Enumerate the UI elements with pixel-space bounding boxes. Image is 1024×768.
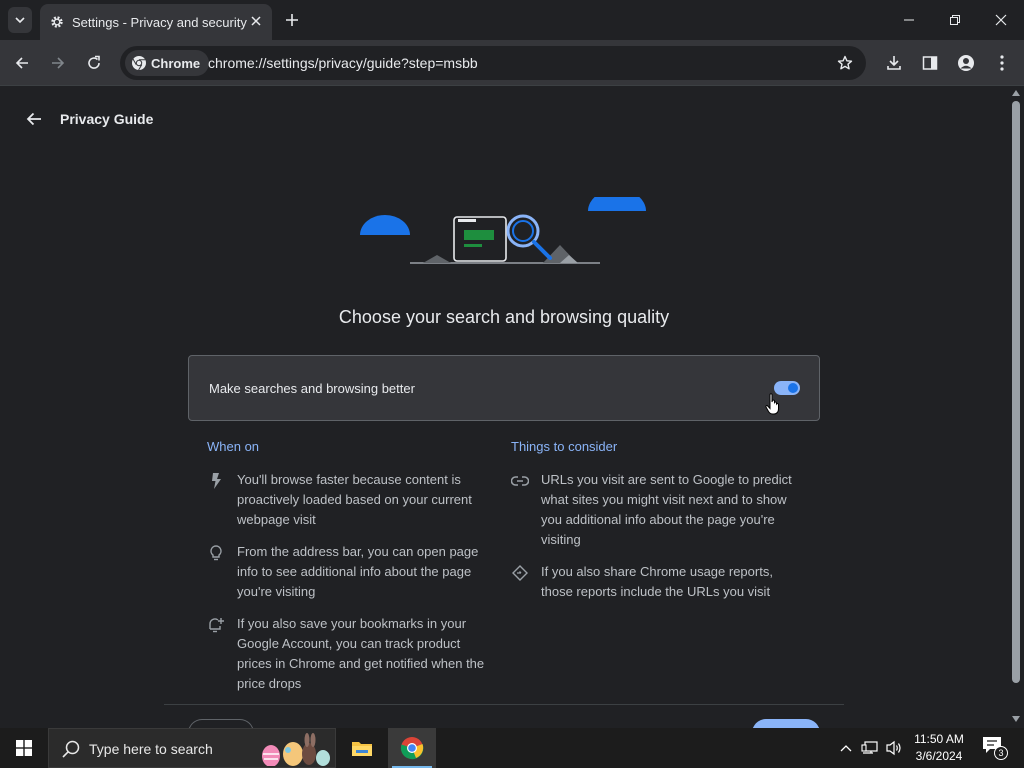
volume-button[interactable] xyxy=(884,738,904,758)
arrow-left-icon xyxy=(15,57,28,69)
clock-date: 3/6/2024 xyxy=(915,749,963,763)
back-button[interactable] xyxy=(10,51,34,75)
taskbar-search[interactable]: Type here to search xyxy=(48,728,336,768)
page-scrollbar[interactable] xyxy=(1008,87,1024,728)
chip-label: Chrome xyxy=(151,55,201,71)
scroll-thumb[interactable] xyxy=(1012,101,1020,683)
minimize-icon xyxy=(904,19,914,21)
diamond-icon xyxy=(511,564,529,582)
footer-divider xyxy=(164,704,844,705)
list-item: You'll browse faster because content is … xyxy=(207,470,497,530)
side-panel-button[interactable] xyxy=(918,51,942,75)
list-item-text: From the address bar, you can open page … xyxy=(237,544,479,599)
plus-icon xyxy=(286,14,298,26)
chrome-icon xyxy=(132,56,146,71)
new-tab-button[interactable] xyxy=(282,10,302,30)
gear-icon xyxy=(51,16,63,28)
download-icon xyxy=(887,56,901,70)
show-hidden-icons-button[interactable] xyxy=(836,738,856,758)
file-explorer-button[interactable] xyxy=(338,728,386,768)
things-to-consider-heading: Things to consider xyxy=(511,439,618,454)
msbb-toggle-label: Make searches and browsing better xyxy=(209,381,415,396)
section-heading: Choose your search and browsing quality xyxy=(338,307,670,327)
chrome-icon xyxy=(400,737,424,760)
notification-count-badge: 3 xyxy=(994,746,1008,760)
msbb-toggle-card[interactable]: Make searches and browsing better xyxy=(188,355,820,421)
search-browsing-illustration xyxy=(360,197,646,264)
back-step-button[interactable] xyxy=(188,719,254,728)
menu-button[interactable] xyxy=(990,51,1014,75)
minimize-button[interactable] xyxy=(897,8,921,32)
star-icon xyxy=(837,55,853,70)
volume-icon xyxy=(886,740,901,756)
taskbar-search-placeholder: Type here to search xyxy=(89,741,213,757)
more-vert-icon xyxy=(1000,55,1004,71)
scroll-down-arrow-icon[interactable] xyxy=(1012,716,1020,722)
browser-toolbar: Chrome chrome://settings/privacy/guide?s… xyxy=(0,40,1024,86)
close-icon xyxy=(995,14,1007,26)
tab-close-button[interactable] xyxy=(248,13,264,29)
windows-taskbar: Type here to search 11:50 AM 3/6/2024 3 xyxy=(0,728,1024,768)
url-text[interactable]: chrome://settings/privacy/guide?step=msb… xyxy=(208,55,478,71)
list-item-text: If you also save your bookmarks in your … xyxy=(237,616,485,691)
list-item: From the address bar, you can open page … xyxy=(207,542,497,602)
list-item: URLs you visit are sent to Google to pre… xyxy=(511,470,801,550)
network-button[interactable] xyxy=(860,738,880,758)
reload-button[interactable] xyxy=(82,51,106,75)
restore-button[interactable] xyxy=(943,8,967,32)
tab-search-button[interactable] xyxy=(8,7,32,33)
back-to-privacy-button[interactable] xyxy=(24,109,44,129)
chevron-down-icon xyxy=(15,17,25,24)
page-title: Privacy Guide xyxy=(60,111,154,127)
profile-icon xyxy=(958,55,974,71)
folder-icon xyxy=(352,742,372,756)
downloads-button[interactable] xyxy=(882,51,906,75)
toggle-knob xyxy=(788,383,798,393)
next-step-button[interactable] xyxy=(752,719,820,728)
things-to-consider-column: Things to consider URLs you visit are se… xyxy=(511,439,801,614)
forward-button[interactable] xyxy=(46,51,70,75)
price-alert-icon xyxy=(207,616,225,634)
privacy-guide-page: Privacy Guide Choose your search and bro… xyxy=(0,87,1008,728)
close-icon xyxy=(251,16,261,26)
arrow-left-icon xyxy=(26,112,41,126)
site-info-chip[interactable]: Chrome xyxy=(125,50,210,76)
hand-cursor-icon xyxy=(765,393,779,415)
bookmark-button[interactable] xyxy=(836,54,854,72)
list-item-text: You'll browse faster because content is … xyxy=(237,472,472,527)
scroll-up-arrow-icon[interactable] xyxy=(1012,90,1020,96)
list-item: If you also share Chrome usage reports, … xyxy=(511,562,801,602)
easter-eggs-icon xyxy=(262,733,330,766)
notification-center-button[interactable]: 3 xyxy=(982,736,1008,760)
network-icon xyxy=(861,741,878,754)
chrome-taskbar-button[interactable] xyxy=(388,728,436,768)
windows-logo-icon xyxy=(16,740,32,756)
when-on-column: When on You'll browse faster because con… xyxy=(207,439,497,706)
restore-icon xyxy=(950,15,960,25)
address-bar[interactable]: Chrome chrome://settings/privacy/guide?s… xyxy=(120,46,866,80)
tab-title: Settings - Privacy and security xyxy=(72,14,247,30)
reload-icon xyxy=(88,55,100,69)
arrow-right-icon xyxy=(52,57,65,69)
close-window-button[interactable] xyxy=(989,8,1013,32)
lightbulb-icon xyxy=(207,544,225,562)
list-item-text: URLs you visit are sent to Google to pre… xyxy=(541,472,792,547)
list-item-text: If you also share Chrome usage reports, … xyxy=(541,564,773,599)
side-panel-icon xyxy=(922,56,938,70)
start-button[interactable] xyxy=(0,728,48,768)
tab-strip: Settings - Privacy and security xyxy=(0,0,1024,40)
list-item: If you also save your bookmarks in your … xyxy=(207,614,497,694)
link-icon xyxy=(511,472,529,490)
tab-settings[interactable]: Settings - Privacy and security xyxy=(40,4,272,40)
search-icon xyxy=(62,740,80,758)
clock[interactable]: 11:50 AM 3/6/2024 xyxy=(908,731,970,765)
when-on-heading: When on xyxy=(207,439,260,454)
clock-time: 11:50 AM xyxy=(914,732,964,746)
chevron-up-icon xyxy=(840,745,852,752)
bolt-icon xyxy=(207,472,225,490)
profile-button[interactable] xyxy=(954,51,978,75)
